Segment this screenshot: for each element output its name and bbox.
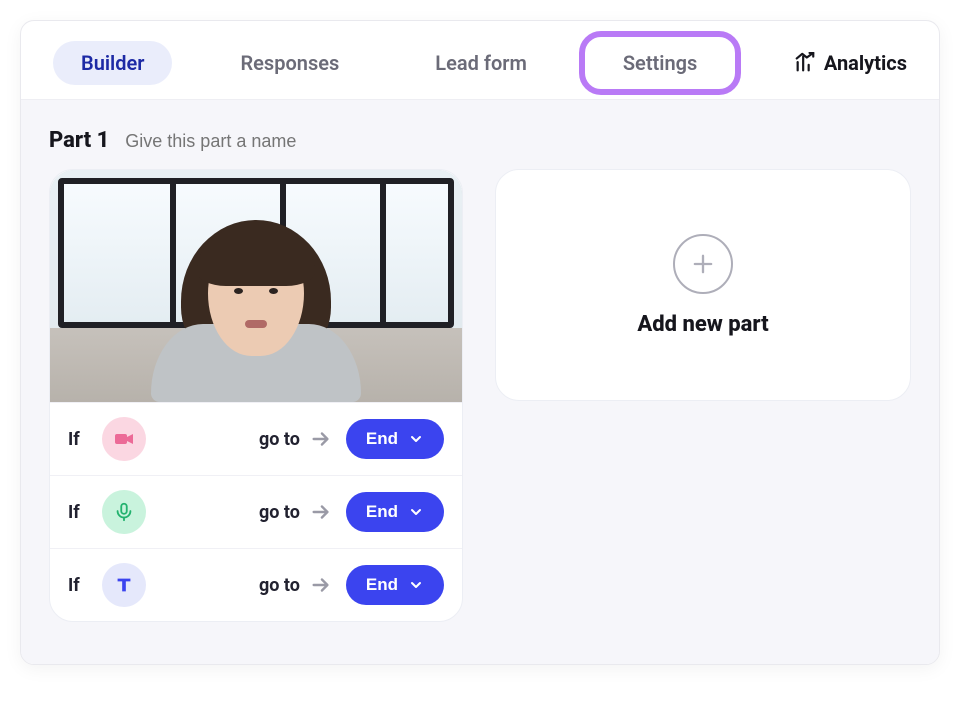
rule-row: If go to End [50,548,462,621]
arrow-right-icon [310,501,332,523]
goto-label: go to [259,574,332,596]
part-header: Part 1 [49,128,911,153]
analytics-label: Analytics [824,51,907,75]
part-title: Part 1 [49,128,109,153]
destination-select[interactable]: End [346,492,444,532]
plus-icon [673,234,733,294]
if-label: If [68,502,88,523]
if-label: If [68,575,88,596]
add-new-part-label: Add new part [637,312,768,337]
part-name-input[interactable] [125,131,385,152]
rule-row: If go to End [50,475,462,548]
tab-settings[interactable]: Settings [595,41,725,85]
arrow-right-icon [310,428,332,450]
chevron-down-icon [408,504,424,520]
tab-lead-form[interactable]: Lead form [407,41,555,85]
tab-bar: Builder Responses Lead form Settings Ana… [21,21,939,100]
destination-label: End [366,429,398,449]
goto-text: go to [259,429,300,450]
chevron-down-icon [408,431,424,447]
tab-builder[interactable]: Builder [53,41,172,85]
destination-select[interactable]: End [346,419,444,459]
if-label: If [68,429,88,450]
tab-analytics[interactable]: Analytics [794,51,907,75]
destination-select[interactable]: End [346,565,444,605]
destination-label: End [366,575,398,595]
goto-text: go to [259,575,300,596]
app-window: Builder Responses Lead form Settings Ana… [20,20,940,665]
microphone-icon[interactable] [102,490,146,534]
video-icon[interactable] [102,417,146,461]
tab-responses[interactable]: Responses [212,41,367,85]
text-icon[interactable] [102,563,146,607]
destination-label: End [366,502,398,522]
tab-group: Builder Responses Lead form Settings [53,41,754,85]
goto-text: go to [259,502,300,523]
builder-body: Part 1 [21,100,939,664]
part-card: If go to End If [49,169,463,622]
goto-label: go to [259,501,332,523]
video-thumbnail[interactable] [50,170,462,402]
arrow-right-icon [310,574,332,596]
goto-label: go to [259,428,332,450]
chevron-down-icon [408,577,424,593]
add-new-part-button[interactable]: Add new part [495,169,911,401]
columns: If go to End If [49,169,911,622]
rule-row: If go to End [50,402,462,475]
analytics-icon [794,52,816,74]
settings-highlight: Settings [595,41,725,85]
